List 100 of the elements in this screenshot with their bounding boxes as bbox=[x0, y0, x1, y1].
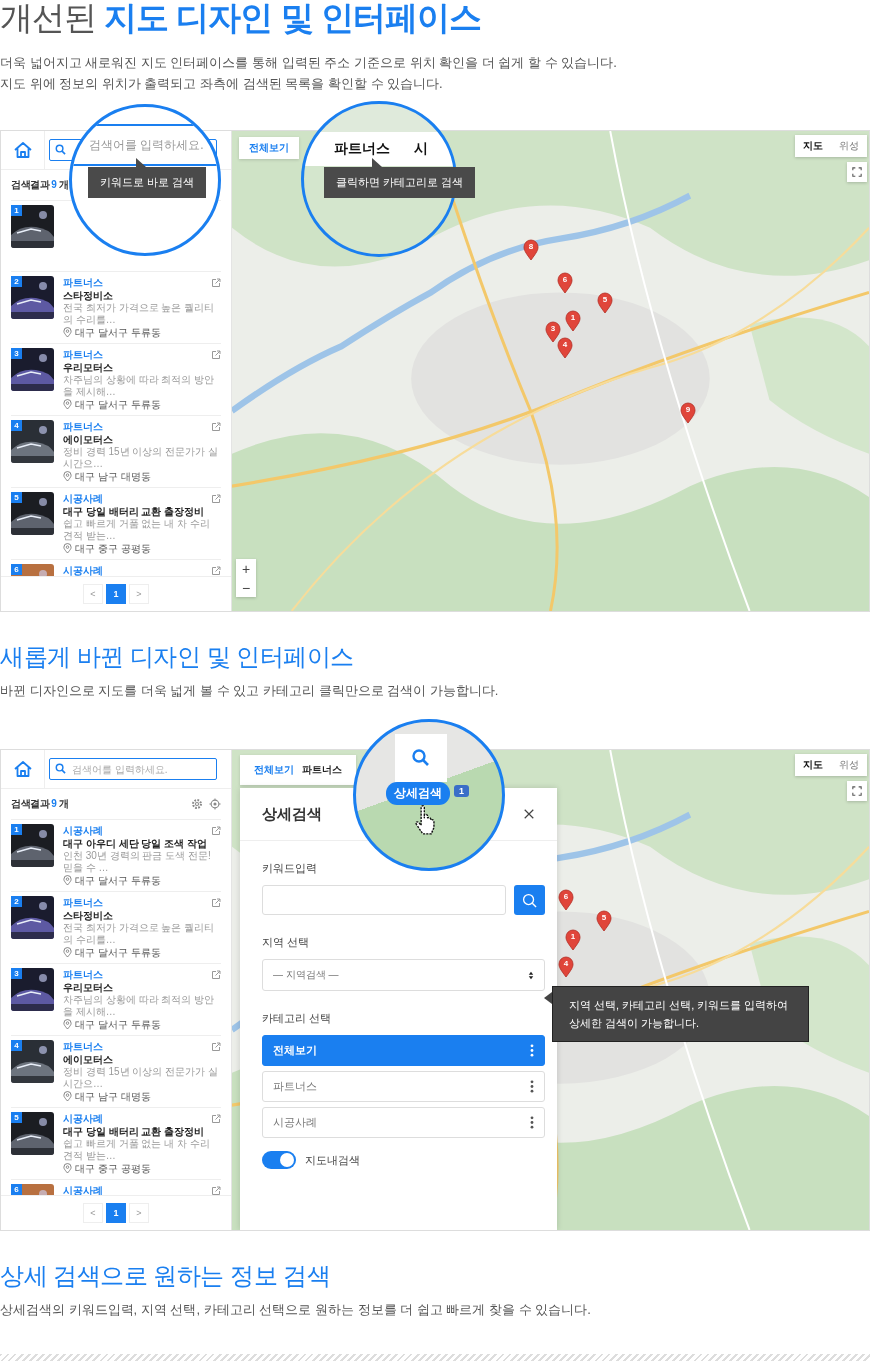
section-description: 더욱 넓어지고 새로워진 지도 인터페이스를 통해 입력된 주소 기준으로 위치 확인을 더 쉽게 할 수 있습니다. 지도 위에 정보의 위치가 출력되고 좌측에 검색된 목록을 확인할 수 있습니다. bbox=[0, 54, 618, 93]
map-marker[interactable]: 5 bbox=[597, 292, 613, 314]
search-button[interactable] bbox=[395, 734, 447, 782]
page-button[interactable]: 1 bbox=[106, 584, 126, 604]
location-icon bbox=[63, 327, 72, 338]
result-item[interactable]: 5 시공사례 대구 당일 배터리 교환 출장정비 쉽고 빠르게 거품 없는 내 차 수리 견적 받는… 대구 중구 공평동 bbox=[11, 487, 221, 559]
previous-page-button[interactable]: < bbox=[83, 1203, 103, 1223]
external-link-icon[interactable] bbox=[211, 897, 221, 908]
rank-badge: 1 bbox=[11, 205, 22, 216]
category-option[interactable]: 전체보기 bbox=[262, 1035, 545, 1066]
item-title: 대구 아우디 세단 당일 조색 작업 bbox=[63, 837, 208, 850]
map-marker[interactable]: 9 bbox=[680, 402, 696, 424]
toggle-switch[interactable] bbox=[262, 1151, 296, 1169]
map-marker[interactable]: 1 bbox=[565, 310, 581, 332]
page-button[interactable]: 1 bbox=[106, 1203, 126, 1223]
external-link-icon[interactable] bbox=[211, 1113, 221, 1124]
result-item[interactable]: 2 파트너스 스타정비소 전국 최저가 가격으로 높은 퀄리티의 수리를… 대구 달서구 두류동 bbox=[11, 891, 221, 963]
map-type-button[interactable]: 지도 bbox=[795, 135, 831, 157]
category-tab[interactable]: 전체보기 bbox=[254, 763, 294, 777]
item-category: 시공사례 bbox=[63, 1184, 103, 1195]
item-title: 스타정비소 bbox=[63, 289, 114, 302]
field-label: 키워드입력 bbox=[262, 861, 318, 875]
sort-arrows-icon bbox=[528, 970, 534, 980]
rank-badge: 4 bbox=[11, 420, 22, 431]
search-button[interactable] bbox=[514, 885, 545, 915]
location-icon bbox=[63, 399, 72, 410]
zoom-out-button[interactable]: − bbox=[236, 578, 256, 597]
location-icon bbox=[63, 1091, 72, 1102]
external-link-icon[interactable] bbox=[211, 493, 221, 504]
result-item[interactable]: 4 파트너스 에이모터스 정비 경력 15년 이상의 전문가가 실시간으… 대구 남구 대명동 bbox=[11, 1035, 221, 1107]
more-icon bbox=[530, 1080, 534, 1093]
item-description: 정비 경력 15년 이상의 전문가가 실시간으… bbox=[63, 446, 219, 470]
close-icon[interactable] bbox=[523, 808, 535, 820]
panel-title: 상세검색 bbox=[262, 804, 322, 824]
item-location: 대구 중구 공평동 bbox=[75, 1162, 151, 1175]
category-option[interactable]: 파트너스 bbox=[262, 1071, 545, 1102]
map-type-button[interactable]: 지도 bbox=[795, 754, 831, 776]
external-link-icon[interactable] bbox=[211, 969, 221, 980]
category-option[interactable]: 시공사례 bbox=[262, 1107, 545, 1138]
external-link-icon[interactable] bbox=[211, 349, 221, 360]
next-page-button[interactable]: > bbox=[129, 584, 149, 604]
external-link-icon[interactable] bbox=[211, 421, 221, 432]
zoom-in-button[interactable]: + bbox=[236, 559, 256, 578]
result-item[interactable]: 3 파트너스 우리모터스 차주님의 상황에 따라 최적의 방안을 제시해… 대구 달서구 두류동 bbox=[11, 343, 221, 415]
fullscreen-icon bbox=[852, 786, 862, 796]
location-icon bbox=[63, 947, 72, 958]
previous-page-button[interactable]: < bbox=[83, 584, 103, 604]
target-icon[interactable] bbox=[209, 798, 221, 810]
search-icon bbox=[55, 144, 66, 155]
keyword-input[interactable] bbox=[262, 885, 506, 915]
rank-badge: 5 bbox=[11, 492, 22, 503]
settings-icon[interactable] bbox=[191, 798, 203, 810]
map-marker[interactable]: 5 bbox=[596, 910, 612, 932]
map-type-button[interactable]: 위성 bbox=[831, 135, 867, 157]
next-page-button[interactable]: > bbox=[129, 1203, 149, 1223]
item-category: 시공사례 bbox=[63, 1112, 103, 1125]
region-select[interactable]: — 지역검색 — bbox=[262, 959, 545, 991]
result-item[interactable]: 4 파트너스 에이모터스 정비 경력 15년 이상의 전문가가 실시간으… 대구 남구 대명동 bbox=[11, 415, 221, 487]
map-marker[interactable]: 6 bbox=[558, 889, 574, 911]
result-item[interactable]: 3 파트너스 우리모터스 차주님의 상황에 따라 최적의 방안을 제시해… 대구 달서구 두류동 bbox=[11, 963, 221, 1035]
result-item[interactable]: 2 파트너스 스타정비소 전국 최저가 가격으로 높은 퀄리티의 수리를… 대구 달서구 두류동 bbox=[11, 271, 221, 343]
category-tab[interactable]: 파트너스 bbox=[334, 140, 390, 158]
map-marker[interactable]: 4 bbox=[557, 337, 573, 359]
category-tab[interactable]: 전체보기 bbox=[249, 141, 289, 155]
map-marker[interactable]: 6 bbox=[557, 272, 573, 294]
external-link-icon[interactable] bbox=[211, 277, 221, 288]
map-type-button[interactable]: 위성 bbox=[831, 754, 867, 776]
item-location: 대구 달서구 두류동 bbox=[75, 398, 161, 411]
external-link-icon[interactable] bbox=[211, 1185, 221, 1195]
category-tab[interactable]: 시 bbox=[414, 140, 428, 158]
result-item[interactable]: 1 시공사례 대구 아우디 세단 당일 조색 작업 인천 30년 경력의 판금 도색 전문! 믿을 수 … 대구 달서구 두류동 bbox=[11, 819, 221, 891]
fullscreen-button[interactable] bbox=[847, 781, 867, 801]
result-item[interactable]: 5 시공사례 대구 당일 배터리 교환 출장정비 쉽고 빠르게 거품 없는 내 차 수리 견적 받는… 대구 중구 공평동 bbox=[11, 1107, 221, 1179]
map-marker[interactable]: 1 bbox=[565, 929, 581, 951]
fullscreen-button[interactable] bbox=[847, 162, 867, 182]
field-label: 지역 선택 bbox=[262, 935, 311, 949]
tooltip: 지역 선택, 카테고리 선택, 키워드를 입력하여 상세한 검색이 가능합니다. bbox=[552, 986, 809, 1042]
item-description: 인천 30년 경력의 판금 도색 전문! 믿을 수 … bbox=[63, 850, 212, 874]
item-category: 파트너스 bbox=[63, 420, 103, 433]
map-marker[interactable]: 3 bbox=[545, 321, 561, 343]
section-title: 상세 검색으로 원하는 정보 검색 bbox=[0, 1261, 332, 1291]
search-field[interactable]: 검색어를 입력하세요. bbox=[49, 758, 217, 780]
tooltip: 키워드로 바로 검색 bbox=[88, 167, 207, 198]
search-icon bbox=[55, 763, 66, 774]
map-marker[interactable]: 8 bbox=[523, 239, 539, 261]
item-title: 스타정비소 bbox=[63, 909, 114, 922]
map-marker[interactable]: 4 bbox=[558, 956, 574, 978]
more-icon bbox=[530, 1116, 534, 1129]
external-link-icon[interactable] bbox=[211, 1041, 221, 1052]
home-icon bbox=[12, 140, 33, 160]
category-tab[interactable]: 파트너스 bbox=[302, 763, 342, 777]
page-title: 개선된 지도 디자인 및 인터페이스 bbox=[0, 0, 482, 36]
item-description: 차주님의 상황에 따라 최적의 방안을 제시해… bbox=[63, 374, 216, 398]
external-link-icon[interactable] bbox=[211, 825, 221, 836]
location-icon bbox=[63, 1019, 72, 1030]
item-location: 대구 중구 공평동 bbox=[75, 542, 151, 555]
item-description: 전국 최저가 가격으로 높은 퀄리티의 수리를… bbox=[63, 302, 216, 326]
item-description: 차주님의 상황에 따라 최적의 방안을 제시해… bbox=[63, 994, 216, 1018]
external-link-icon[interactable] bbox=[211, 565, 221, 576]
item-location: 대구 달서구 두류동 bbox=[75, 874, 161, 887]
